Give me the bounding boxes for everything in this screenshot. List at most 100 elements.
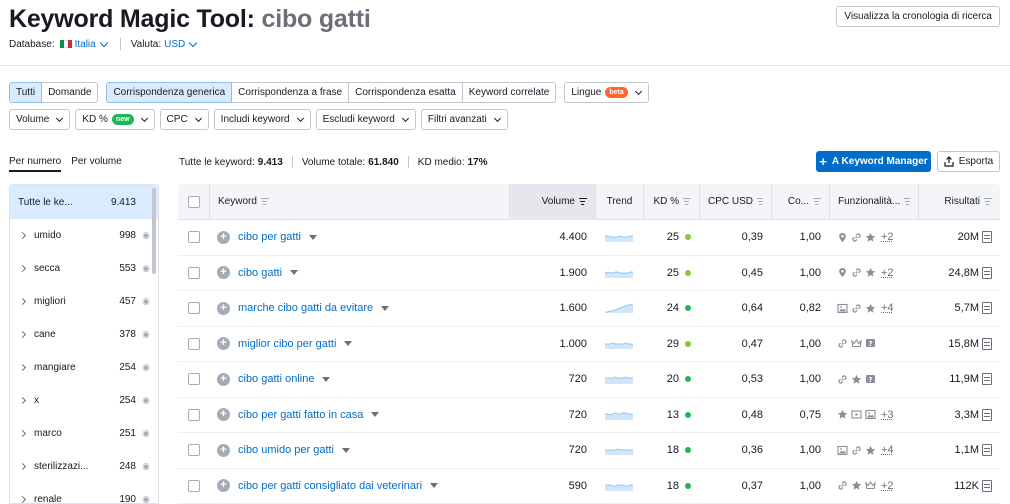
chevron-right-icon[interactable] [18,495,27,503]
keyword-column-header[interactable]: Keyword [209,183,509,220]
sidebar-group-item[interactable]: Tutte le ke... 9.413 [10,185,158,219]
reviews-icon[interactable] [851,480,862,491]
sidebar-group-item[interactable]: sterilizzazi... 248 ◉ [10,450,158,483]
caret-down-icon[interactable] [322,376,331,382]
chevron-right-icon[interactable] [18,363,27,372]
add-keyword-icon[interactable]: + [217,337,230,351]
eye-icon[interactable]: ◉ [136,461,150,472]
reviews-icon[interactable] [865,445,876,456]
serp-snapshot-icon[interactable] [982,302,992,315]
eye-icon[interactable]: ◉ [136,395,150,406]
sitelinks-icon[interactable] [851,232,862,243]
row-checkbox[interactable] [187,231,200,244]
row-checkbox[interactable] [187,373,200,386]
include-keywords-dropdown[interactable]: Includi keyword [213,109,311,130]
broad-match-button[interactable]: Corrispondenza generica [106,82,233,103]
select-all-checkbox[interactable] [187,195,200,208]
keyword-link[interactable]: cibo per gatti fatto in casa [238,409,363,421]
kd-filter-dropdown[interactable]: KD % new [75,109,155,130]
keyword-link[interactable]: cibo umido per gatti [238,444,334,456]
add-keyword-icon[interactable]: + [217,301,230,315]
sidebar-group-item[interactable]: umido 998 ◉ [10,219,158,252]
keyword-manager-button[interactable]: + A Keyword Manager [816,151,931,172]
sidebar-scrollbar[interactable] [152,188,156,274]
faq-icon[interactable]: ? [865,374,876,385]
sidebar-group-item[interactable]: migliori 457 ◉ [10,285,158,318]
keyword-link[interactable]: cibo gatti online [238,373,314,385]
keyword-link[interactable]: marche cibo gatti da evitare [238,302,373,314]
eye-icon[interactable]: ◉ [136,263,150,274]
related-keywords-button[interactable]: Keyword correlate [461,82,557,103]
caret-down-icon[interactable] [344,341,353,347]
sidebar-group-item[interactable]: renale 190 ◉ [10,483,158,503]
serp-snapshot-icon[interactable] [982,373,992,386]
reviews-icon[interactable] [865,232,876,243]
results-column-header[interactable]: Risultati [918,183,1000,220]
features-column-header[interactable]: Funzionalità... [829,183,918,220]
volume-filter-dropdown[interactable]: Volume [9,109,71,130]
add-keyword-icon[interactable]: + [217,266,230,280]
caret-down-icon[interactable] [308,234,317,240]
eye-icon[interactable]: ◉ [136,230,150,241]
keyword-link[interactable]: cibo per gatti consigliato dai veterinar… [238,480,422,492]
local-pack-icon[interactable] [837,267,848,278]
keyword-link[interactable]: cibo per gatti [238,231,301,243]
serp-snapshot-icon[interactable] [982,479,992,492]
row-checkbox[interactable] [187,479,200,492]
sitelinks-icon[interactable] [837,338,848,349]
add-keyword-icon[interactable]: + [217,372,230,386]
image-pack-icon[interactable] [865,409,876,420]
row-checkbox[interactable] [187,266,200,279]
add-keyword-icon[interactable]: + [217,443,230,457]
chevron-right-icon[interactable] [18,297,27,306]
serp-snapshot-icon[interactable] [982,231,992,244]
exclude-keywords-dropdown[interactable]: Escludi keyword [315,109,416,130]
caret-down-icon[interactable] [342,447,350,453]
exact-match-button[interactable]: Corrispondenza esatta [348,82,463,103]
faq-icon[interactable]: ? [865,338,876,349]
local-pack-icon[interactable] [837,232,848,243]
keyword-link[interactable]: cibo gatti [238,267,282,279]
advanced-filters-dropdown[interactable]: Filtri avanzati [420,109,508,130]
kd-column-header[interactable]: KD % [643,183,699,220]
volume-column-header[interactable]: Volume [509,183,595,220]
more-features-link[interactable]: +3 [881,409,894,421]
phrase-match-button[interactable]: Corrispondenza a frase [231,82,350,103]
more-features-link[interactable]: +2 [881,231,894,243]
tab-by-volume[interactable]: Per volume [71,156,122,172]
image-pack-icon[interactable] [837,445,848,456]
more-features-link[interactable]: +2 [881,480,894,492]
more-features-link[interactable]: +4 [881,444,894,456]
eye-icon[interactable]: ◉ [136,494,150,503]
filter-all-button[interactable]: Tutti [9,82,43,103]
sidebar-group-item[interactable]: secca 553 ◉ [10,252,158,285]
search-history-button[interactable]: Visualizza la cronologia di ricerca [836,6,1000,27]
row-checkbox[interactable] [187,444,200,457]
sidebar-group-item[interactable]: mangiare 254 ◉ [10,351,158,384]
add-keyword-icon[interactable]: + [217,230,230,244]
export-button[interactable]: Esporta [937,151,1000,172]
eye-icon[interactable]: ◉ [136,428,150,439]
serp-snapshot-icon[interactable] [982,337,992,350]
chevron-right-icon[interactable] [18,231,27,240]
reviews-icon[interactable] [851,374,862,385]
row-checkbox[interactable] [187,337,200,350]
row-checkbox[interactable] [187,408,200,421]
tab-by-number[interactable]: Per numero [9,156,62,172]
caret-down-icon[interactable] [290,270,299,276]
serp-snapshot-icon[interactable] [982,408,992,421]
featured-snippet-icon[interactable] [865,480,876,491]
serp-snapshot-icon[interactable] [982,444,992,457]
sitelinks-icon[interactable] [851,445,862,456]
image-pack-icon[interactable] [837,303,848,314]
database-select[interactable]: Italia [58,38,110,50]
video-icon[interactable] [851,409,862,420]
row-checkbox[interactable] [187,302,200,315]
cpc-filter-dropdown[interactable]: CPC [159,109,209,130]
add-keyword-icon[interactable]: + [217,408,230,422]
more-features-link[interactable]: +4 [881,302,894,314]
keyword-link[interactable]: miglior cibo per gatti [238,338,336,350]
chevron-right-icon[interactable] [18,462,27,471]
sidebar-group-item[interactable]: cane 378 ◉ [10,318,158,351]
caret-down-icon[interactable] [381,305,390,311]
